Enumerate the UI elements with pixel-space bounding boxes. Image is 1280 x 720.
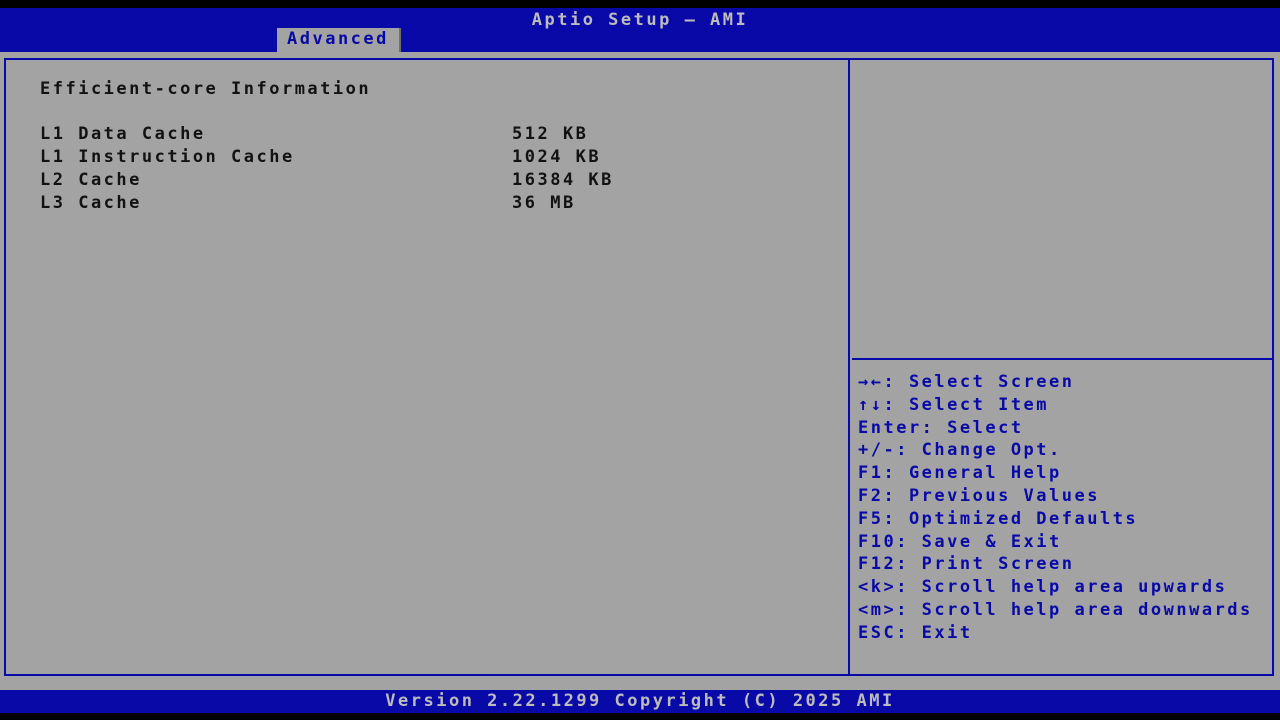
info-row: L1 Instruction Cache 1024 KB [6,147,848,170]
tab-advanced[interactable]: Advanced [277,28,401,52]
info-label: L3 Cache [40,193,142,213]
info-row: L1 Data Cache 512 KB [6,124,848,147]
footer-bar: Version 2.22.1299 Copyright (C) 2025 AMI [0,690,1280,713]
info-value: 512 KB [512,124,588,144]
help-divider [852,358,1272,360]
help-key-item: <k>: Scroll help area upwards [858,577,1272,600]
info-label: L1 Data Cache [40,124,206,144]
version-text: Version 2.22.1299 Copyright (C) 2025 AMI [0,690,1280,711]
info-label: L2 Cache [40,170,142,190]
info-value: 36 MB [512,193,576,213]
help-key-item: →←: Select Screen [858,372,1272,395]
help-pane: →←: Select Screen↑↓: Select ItemEnter: S… [852,60,1272,674]
info-row: L2 Cache 16384 KB [6,170,848,193]
help-key-item: ESC: Exit [858,623,1272,646]
help-key-item: F1: General Help [858,463,1272,486]
header-bar: Aptio Setup – AMI Advanced [0,8,1280,52]
main-pane: Efficient-core Information L1 Data Cache… [6,60,850,674]
help-key-item: <m>: Scroll help area downwards [858,600,1272,623]
info-value: 1024 KB [512,147,601,167]
help-key-item: F2: Previous Values [858,486,1272,509]
info-rows: L1 Data Cache 512 KB L1 Instruction Cache 1… [6,124,848,216]
help-key-item: F10: Save & Exit [858,532,1272,555]
panel-box: Efficient-core Information L1 Data Cache… [4,58,1274,676]
help-key-item: +/-: Change Opt. [858,440,1272,463]
info-label: L1 Instruction Cache [40,147,295,167]
help-key-item: F5: Optimized Defaults [858,509,1272,532]
section-title: Efficient-core Information [40,79,371,99]
info-row: L3 Cache 36 MB [6,193,848,216]
help-key-item: Enter: Select [858,418,1272,441]
app-title: Aptio Setup – AMI [0,10,1280,30]
help-key-item: F12: Print Screen [858,554,1272,577]
help-key-item: ↑↓: Select Item [858,395,1272,418]
content-area: Efficient-core Information L1 Data Cache… [0,52,1280,690]
info-value: 16384 KB [512,170,614,190]
bios-screen: Aptio Setup – AMI Advanced Efficient-cor… [0,0,1280,720]
help-key-list: →←: Select Screen↑↓: Select ItemEnter: S… [858,372,1272,646]
